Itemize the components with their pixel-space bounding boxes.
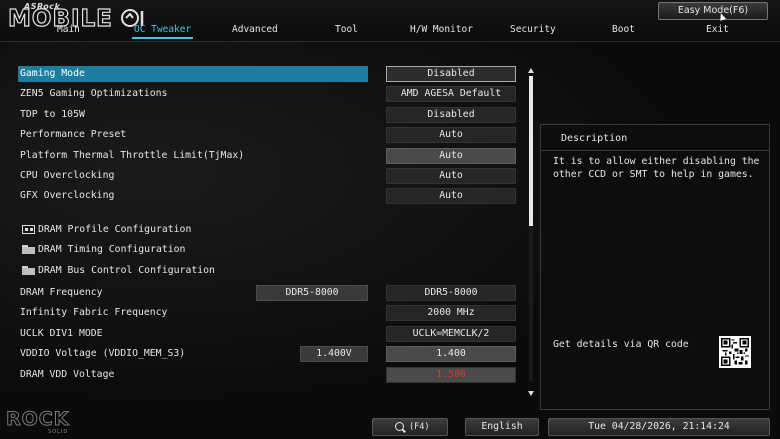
dram-vdd-voltage-value[interactable]: 1.500 [386,367,516,383]
setting-label: Gaming Mode [20,68,85,79]
menu-label: DRAM Profile Configuration [38,224,192,235]
scroll-thumb[interactable] [529,76,533,226]
folder-icon [22,266,35,275]
logo-solid: SOLID [48,429,69,435]
vddio-voltage-current: 1.400V [300,346,368,362]
setting-dram-vdd-voltage[interactable]: DRAM VDD Voltage 1.500 [18,367,518,383]
main-tabs: Main OC Tweaker Advanced Tool H/W Monito… [0,24,780,39]
thermal-throttle-limit-value[interactable]: Auto [386,148,516,164]
infinity-fabric-frequency-value[interactable]: 2000 MHz [386,305,516,321]
language-button[interactable]: English [465,418,539,436]
setting-label: DRAM Frequency [20,287,103,298]
uclk-div1-mode-value[interactable]: UCLK=MEMCLK/2 [386,326,516,342]
tab-tool[interactable]: Tool [335,24,358,35]
menu-dram-timing[interactable]: DRAM Timing Configuration [18,242,518,258]
gfx-overclocking-value[interactable]: Auto [386,188,516,204]
top-bar: ASRock MOBILE Easy Mode(F6) Main OC Twea… [0,0,780,42]
folder-icon [22,245,35,254]
setting-label: Performance Preset [20,129,127,140]
dram-module-icon [22,225,35,234]
setting-label: Platform Thermal Throttle Limit(TjMax) [20,150,245,161]
setting-tdp[interactable]: TDP to 105W Disabled [18,107,518,123]
zen5-optimizations-value[interactable]: AMD AGESA Default [386,86,516,102]
setting-gaming-mode[interactable]: Gaming Mode Disabled [18,66,518,82]
setting-cpu-overclocking[interactable]: CPU Overclocking Auto [18,168,518,184]
menu-label: DRAM Bus Control Configuration [38,265,215,276]
setting-zen5-optimizations[interactable]: ZEN5 Gaming Optimizations AMD AGESA Defa… [18,86,518,102]
menu-dram-profile[interactable]: DRAM Profile Configuration [18,222,518,238]
tab-advanced[interactable]: Advanced [232,24,278,35]
setting-gfx-overclocking[interactable]: GFX Overclocking Auto [18,188,518,204]
settings-scrollbar[interactable] [527,66,535,396]
datetime-display: Tue 04/28/2026, 21:14:24 [548,418,770,436]
scroll-down-icon[interactable] [528,391,534,396]
qr-code-icon [719,336,751,368]
search-icon [395,422,404,431]
setting-label: ZEN5 Gaming Optimizations [20,88,168,99]
setting-label: TDP to 105W [20,109,85,120]
tab-main[interactable]: Main [57,24,80,35]
tab-oc-tweaker[interactable]: OC Tweaker [131,24,194,39]
tab-exit[interactable]: Exit [706,24,729,35]
performance-preset-value[interactable]: Auto [386,127,516,143]
tab-hw-monitor[interactable]: H/W Monitor [410,24,473,35]
vddio-voltage-value[interactable]: 1.400 [386,346,516,362]
qr-label: Get details via QR code [553,339,689,350]
description-text: It is to allow either disabling the othe… [553,156,760,180]
cpu-overclocking-value[interactable]: Auto [386,168,516,184]
description-title: Description [561,133,628,144]
dram-frequency-current: DDR5-8000 [256,285,368,301]
description-panel: Description It is to allow either disabl… [540,124,770,410]
setting-label: CPU Overclocking [20,170,115,181]
dram-frequency-value[interactable]: DDR5-8000 [386,285,516,301]
menu-label: DRAM Timing Configuration [38,244,186,255]
tdp-value[interactable]: Disabled [386,107,516,123]
setting-uclk-div1-mode[interactable]: UCLK DIV1 MODE UCLK=MEMCLK/2 [18,326,518,342]
setting-thermal-throttle-limit[interactable]: Platform Thermal Throttle Limit(TjMax) A… [18,148,518,164]
gaming-mode-value[interactable]: Disabled [386,66,516,82]
tab-boot[interactable]: Boot [612,24,635,35]
easy-mode-button[interactable]: Easy Mode(F6) [658,2,768,20]
setting-performance-preset[interactable]: Performance Preset Auto [18,127,518,143]
setting-infinity-fabric-frequency[interactable]: Infinity Fabric Frequency 2000 MHz [18,305,518,321]
setting-label: GFX Overclocking [20,190,115,201]
description-header: Description [541,125,769,151]
setting-vddio-voltage[interactable]: VDDIO Voltage (VDDIO_MEM_S3) 1.400V 1.40… [18,346,518,362]
tab-security[interactable]: Security [510,24,556,35]
search-shortcut: (F4) [409,422,430,432]
menu-dram-bus-control[interactable]: DRAM Bus Control Configuration [18,263,518,279]
setting-label: DRAM VDD Voltage [20,369,115,380]
scroll-up-icon[interactable] [528,68,534,73]
search-button[interactable]: (F4) [372,418,448,436]
logo-rock: ROCK [5,408,70,431]
setting-dram-frequency[interactable]: DRAM Frequency DDR5-8000 DDR5-8000 [18,285,518,301]
setting-label: VDDIO Voltage (VDDIO_MEM_S3) [20,348,186,359]
setting-label: Infinity Fabric Frequency [20,307,168,318]
setting-label: UCLK DIV1 MODE [20,328,103,339]
